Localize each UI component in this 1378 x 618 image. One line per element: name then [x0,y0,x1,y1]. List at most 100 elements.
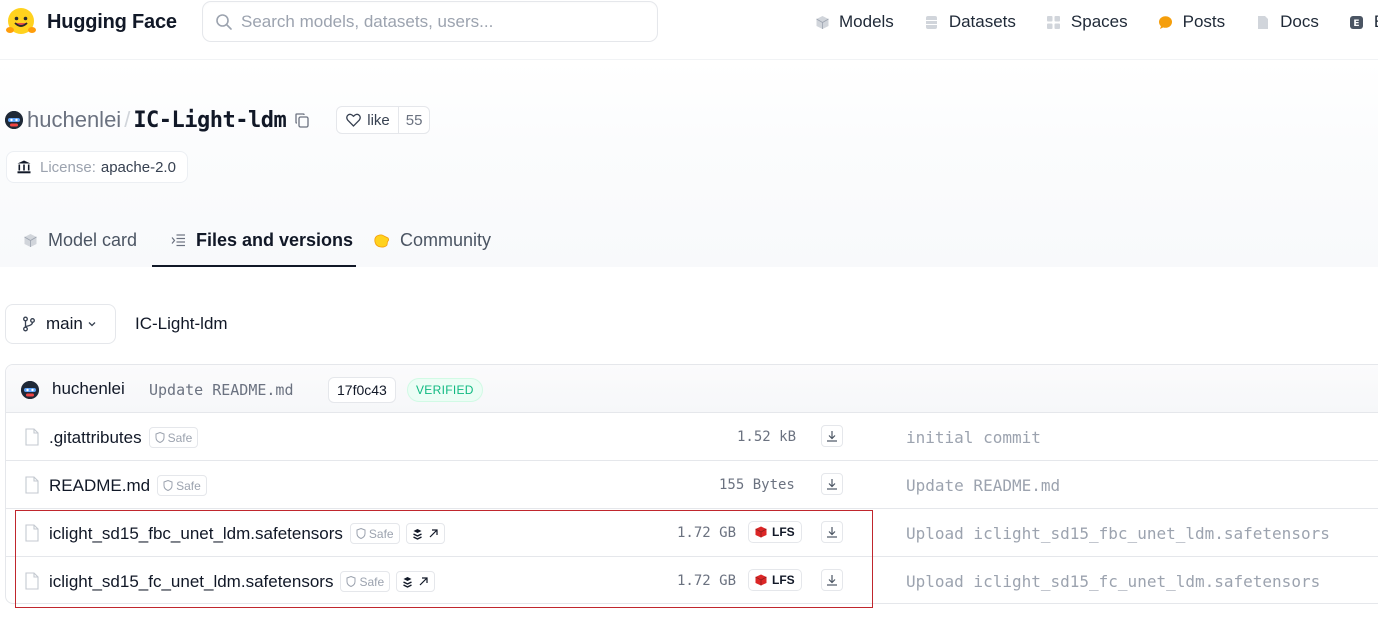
file-name-text: README.md [49,475,151,495]
search-box[interactable] [202,1,658,42]
download-button[interactable] [821,569,843,591]
lfs-cube-icon [755,526,767,538]
nav-datasets-label: Datasets [948,12,1016,31]
commit-author[interactable]: huchenlei [52,379,125,399]
tab-community[interactable]: Community [373,213,491,267]
safe-badge[interactable]: Safe [340,571,391,592]
repo-title-row: huchenlei / IC-Light-ldm like 55 [5,103,431,137]
file-icon [25,428,39,446]
bank-icon [17,160,31,174]
tab-model-card[interactable]: Model card [23,213,137,267]
last-commit-row: huchenlei Update README.md 17f0c43 VERIF… [6,365,1378,413]
layers-icon [403,576,412,588]
chevron-down-icon [87,319,97,329]
search-icon [215,13,233,31]
top-navbar: Hugging Face Models Datasets Spaces Post… [0,0,1378,60]
safe-label: Safe [359,574,385,589]
search-input[interactable] [241,2,641,41]
commit-message[interactable]: Update README.md [149,381,294,399]
repo-name[interactable]: IC-Light-ldm [133,108,286,133]
shield-icon [356,528,366,539]
download-button[interactable] [821,425,843,447]
lfs-badge[interactable]: LFS [748,569,802,591]
license-value: apache-2.0 [100,158,176,176]
file-name-link[interactable]: .gitattributes Safe [49,427,199,448]
cube-icon [814,14,830,30]
layers-icon [412,528,422,540]
repo-path-breadcrumb[interactable]: IC-Light-ldm [135,314,228,334]
file-row: README.md Safe 155 Bytes Update README.m… [6,461,1378,509]
safe-badge[interactable]: Safe [157,475,207,496]
copy-icon[interactable] [294,112,310,128]
file-size: 155 Bytes [719,477,795,493]
like-widget: like 55 [336,106,431,134]
download-button[interactable] [821,473,843,495]
brand-logo[interactable]: Hugging Face [4,5,177,39]
download-icon [827,575,837,586]
file-name-link[interactable]: iclight_sd15_fbc_unet_ldm.safetensors Sa… [49,523,445,544]
file-icon [25,524,39,542]
verified-badge: VERIFIED [407,378,483,402]
tab-files-and-versions[interactable]: Files and versions [171,213,353,267]
owner-avatar[interactable] [5,111,23,129]
shield-icon [155,432,165,443]
commit-hash[interactable]: 17f0c43 [328,377,396,403]
file-commit-message[interactable]: Upload iclight_sd15_fc_unet_ldm.safetens… [906,572,1320,591]
nav-models[interactable]: Models [814,12,894,32]
safe-label: Safe [176,478,201,493]
safe-badge[interactable]: Safe [148,427,199,448]
nav-datasets[interactable]: Datasets [924,12,1016,32]
file-commit-message[interactable]: Update README.md [906,476,1060,495]
external-link-icon [419,577,428,586]
safe-label: Safe [167,430,193,445]
file-size: 1.72 GB [677,525,737,541]
external-link-icon [429,529,438,538]
file-name-link[interactable]: iclight_sd15_fc_unet_ldm.safetensors Saf… [49,571,436,592]
download-icon [827,527,837,538]
license-tag[interactable]: License: apache-2.0 [6,151,188,183]
download-button[interactable] [821,521,843,543]
model-tree-badge[interactable] [405,523,445,544]
nav-spaces[interactable]: Spaces [1046,12,1128,32]
repo-owner-link[interactable]: huchenlei [27,107,121,133]
commit-author-avatar[interactable] [21,381,39,399]
file-name-link[interactable]: README.md Safe [49,475,207,496]
nav-posts[interactable]: Posts [1158,12,1226,32]
file-name-text: iclight_sd15_fbc_unet_ldm.safetensors [49,523,343,543]
lfs-label: LFS [772,573,795,587]
nav-docs-label: Docs [1280,12,1319,31]
download-icon [827,431,837,442]
file-icon [25,476,39,494]
lfs-badge[interactable]: LFS [748,521,802,543]
safe-badge[interactable]: Safe [349,523,400,544]
like-count[interactable]: 55 [397,107,430,133]
file-commit-message[interactable]: initial commit [906,428,1041,447]
shield-icon [346,576,356,587]
repo-tabs: Model card Files and versions Community [0,213,1378,267]
file-commit-message[interactable]: Upload iclight_sd15_fbc_unet_ldm.safeten… [906,524,1330,543]
branch-selector[interactable]: main [5,304,116,344]
nav-enterprise[interactable]: E E [1349,12,1378,32]
file-row: .gitattributes Safe 1.52 kB initial comm… [6,413,1378,461]
active-tab-indicator [152,265,356,267]
file-name-text: .gitattributes [49,427,142,447]
database-icon [924,14,940,30]
cube-icon [23,233,38,248]
shield-icon [163,480,173,491]
tab-community-label: Community [400,229,492,250]
file-icon [25,572,39,590]
nav-posts-label: Posts [1182,12,1226,31]
nav-docs[interactable]: Docs [1255,12,1319,32]
enterprise-icon: E [1349,14,1365,30]
file-row: iclight_sd15_fc_unet_ldm.safetensors Saf… [6,557,1378,603]
brand-name: Hugging Face [47,10,177,33]
like-button[interactable]: like [337,107,398,133]
hugging-face-logo-icon [4,5,38,39]
tab-files-label: Files and versions [196,229,354,250]
tab-model-card-label: Model card [48,229,138,250]
model-tree-badge[interactable] [396,571,436,592]
nav-links: Models Datasets Spaces Posts Docs E E [814,0,1378,44]
file-size: 1.52 kB [737,429,797,445]
git-branch-icon [22,316,36,332]
community-icon [373,233,390,248]
